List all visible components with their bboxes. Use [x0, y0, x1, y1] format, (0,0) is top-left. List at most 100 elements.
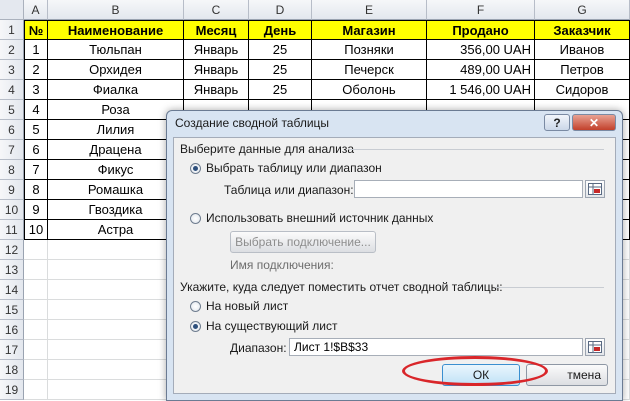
table-cell[interactable]: Оболонь: [312, 80, 427, 100]
row-header-3[interactable]: 3: [0, 60, 24, 80]
table-cell[interactable]: 7: [24, 160, 48, 180]
table-header-cell[interactable]: Заказчик: [535, 20, 630, 40]
empty-cell[interactable]: [48, 240, 184, 260]
radio-existing-sheet-label[interactable]: На существующий лист: [206, 319, 338, 333]
row-header-14[interactable]: 14: [0, 280, 24, 300]
row-header-11[interactable]: 11: [0, 220, 24, 240]
table-header-cell[interactable]: Наименование: [48, 20, 184, 40]
row-header-4[interactable]: 4: [0, 80, 24, 100]
range-select-icon[interactable]: [585, 180, 605, 198]
row-header-18[interactable]: 18: [0, 360, 24, 380]
empty-cell[interactable]: [48, 320, 184, 340]
radio-existing-sheet[interactable]: [190, 321, 201, 332]
table-header-cell[interactable]: Магазин: [312, 20, 427, 40]
row-header-5[interactable]: 5: [0, 100, 24, 120]
row-header-6[interactable]: 6: [0, 120, 24, 140]
empty-cell[interactable]: [24, 380, 48, 400]
row-header-13[interactable]: 13: [0, 260, 24, 280]
table-cell[interactable]: 10: [24, 220, 48, 240]
radio-external-source-label[interactable]: Использовать внешний источник данных: [206, 211, 433, 225]
table-cell[interactable]: 25: [249, 40, 312, 60]
column-header-d[interactable]: D: [249, 0, 312, 20]
table-cell[interactable]: Фиалка: [48, 80, 184, 100]
table-cell[interactable]: 4: [24, 100, 48, 120]
column-header-a[interactable]: A: [24, 0, 48, 20]
column-header-e[interactable]: E: [312, 0, 427, 20]
row-header-19[interactable]: 19: [0, 380, 24, 400]
empty-cell[interactable]: [24, 240, 48, 260]
empty-cell[interactable]: [48, 300, 184, 320]
table-cell[interactable]: Гвоздика: [48, 200, 184, 220]
help-button[interactable]: ?: [544, 114, 570, 131]
table-cell[interactable]: Орхидея: [48, 60, 184, 80]
table-cell[interactable]: 5: [24, 120, 48, 140]
empty-cell[interactable]: [24, 300, 48, 320]
row-header-8[interactable]: 8: [0, 160, 24, 180]
empty-cell[interactable]: [24, 320, 48, 340]
table-cell[interactable]: 1 546,00 UAH: [427, 80, 535, 100]
row-header-2[interactable]: 2: [0, 40, 24, 60]
row-header-1[interactable]: 1: [0, 20, 24, 40]
column-header-g[interactable]: G: [535, 0, 630, 20]
choose-connection-button[interactable]: Выбрать подключение...: [230, 231, 376, 253]
radio-select-table-label[interactable]: Выбрать таблицу или диапазон: [206, 161, 382, 175]
table-cell[interactable]: Роза: [48, 100, 184, 120]
table-cell[interactable]: 8: [24, 180, 48, 200]
table-cell[interactable]: Лилия: [48, 120, 184, 140]
range-select-icon[interactable]: [585, 338, 605, 356]
table-header-cell[interactable]: №: [24, 20, 48, 40]
row-header-16[interactable]: 16: [0, 320, 24, 340]
table-cell[interactable]: Иванов: [535, 40, 630, 60]
empty-cell[interactable]: [24, 360, 48, 380]
table-cell[interactable]: 356,00 UAH: [427, 40, 535, 60]
table-cell[interactable]: 489,00 UAH: [427, 60, 535, 80]
empty-cell[interactable]: [24, 340, 48, 360]
empty-cell[interactable]: [48, 360, 184, 380]
range-input[interactable]: Лист 1!$B$33: [289, 338, 583, 356]
column-header-b[interactable]: B: [48, 0, 184, 20]
table-cell[interactable]: 25: [249, 80, 312, 100]
table-cell[interactable]: Январь: [184, 40, 249, 60]
empty-cell[interactable]: [48, 340, 184, 360]
table-header-cell[interactable]: Месяц: [184, 20, 249, 40]
table-cell[interactable]: 6: [24, 140, 48, 160]
table-cell[interactable]: Астра: [48, 220, 184, 240]
empty-cell[interactable]: [24, 260, 48, 280]
empty-cell[interactable]: [48, 280, 184, 300]
table-cell[interactable]: Позняки: [312, 40, 427, 60]
table-cell[interactable]: 3: [24, 80, 48, 100]
table-cell[interactable]: Ромашка: [48, 180, 184, 200]
row-header-17[interactable]: 17: [0, 340, 24, 360]
table-cell[interactable]: Январь: [184, 60, 249, 80]
table-cell[interactable]: Драцена: [48, 140, 184, 160]
radio-select-table[interactable]: [190, 163, 201, 174]
empty-cell[interactable]: [48, 380, 184, 400]
close-button[interactable]: ✕: [572, 114, 616, 131]
table-cell[interactable]: 1: [24, 40, 48, 60]
radio-external-source[interactable]: [190, 213, 201, 224]
table-cell[interactable]: Январь: [184, 80, 249, 100]
table-cell[interactable]: Тюльпан: [48, 40, 184, 60]
empty-cell[interactable]: [24, 280, 48, 300]
row-header-15[interactable]: 15: [0, 300, 24, 320]
empty-cell[interactable]: [48, 260, 184, 280]
table-cell[interactable]: Сидоров: [535, 80, 630, 100]
radio-new-sheet[interactable]: [190, 301, 201, 312]
select-all-corner[interactable]: [0, 0, 24, 20]
column-header-f[interactable]: F: [427, 0, 535, 20]
column-header-c[interactable]: C: [184, 0, 249, 20]
radio-new-sheet-label[interactable]: На новый лист: [206, 299, 288, 313]
table-cell[interactable]: 25: [249, 60, 312, 80]
row-header-7[interactable]: 7: [0, 140, 24, 160]
row-header-12[interactable]: 12: [0, 240, 24, 260]
table-cell[interactable]: Петров: [535, 60, 630, 80]
table-header-cell[interactable]: Продано: [427, 20, 535, 40]
table-range-input[interactable]: [354, 180, 583, 198]
table-cell[interactable]: 9: [24, 200, 48, 220]
table-cell[interactable]: Печерск: [312, 60, 427, 80]
table-cell[interactable]: Фикус: [48, 160, 184, 180]
row-header-9[interactable]: 9: [0, 180, 24, 200]
row-header-10[interactable]: 10: [0, 200, 24, 220]
table-cell[interactable]: 2: [24, 60, 48, 80]
table-header-cell[interactable]: День: [249, 20, 312, 40]
